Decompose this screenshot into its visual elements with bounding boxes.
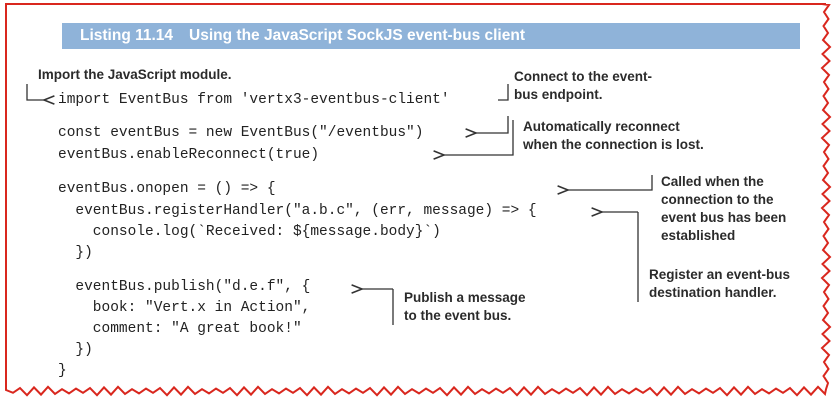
note-import-module: Import the JavaScript module. [38,67,232,82]
note-register-handler: Register an event-bus destination handle… [649,267,791,300]
listing-figure: Listing 11.14 Using the JavaScript SockJ… [0,0,838,405]
leader-connect-arrow [476,116,509,133]
note-called-when-connected: Called when the connection to the event … [661,174,787,243]
note-publish-message: Publish a message to the event bus. [404,290,526,323]
leader-import [26,84,44,100]
leader-onopen [568,175,653,190]
leader-reconnect [444,120,514,155]
leader-connect [498,84,509,101]
note-auto-reconnect: Automatically reconnect when the connect… [523,119,704,152]
note-connect-endpoint: Connect to the event- bus endpoint. [514,69,653,102]
